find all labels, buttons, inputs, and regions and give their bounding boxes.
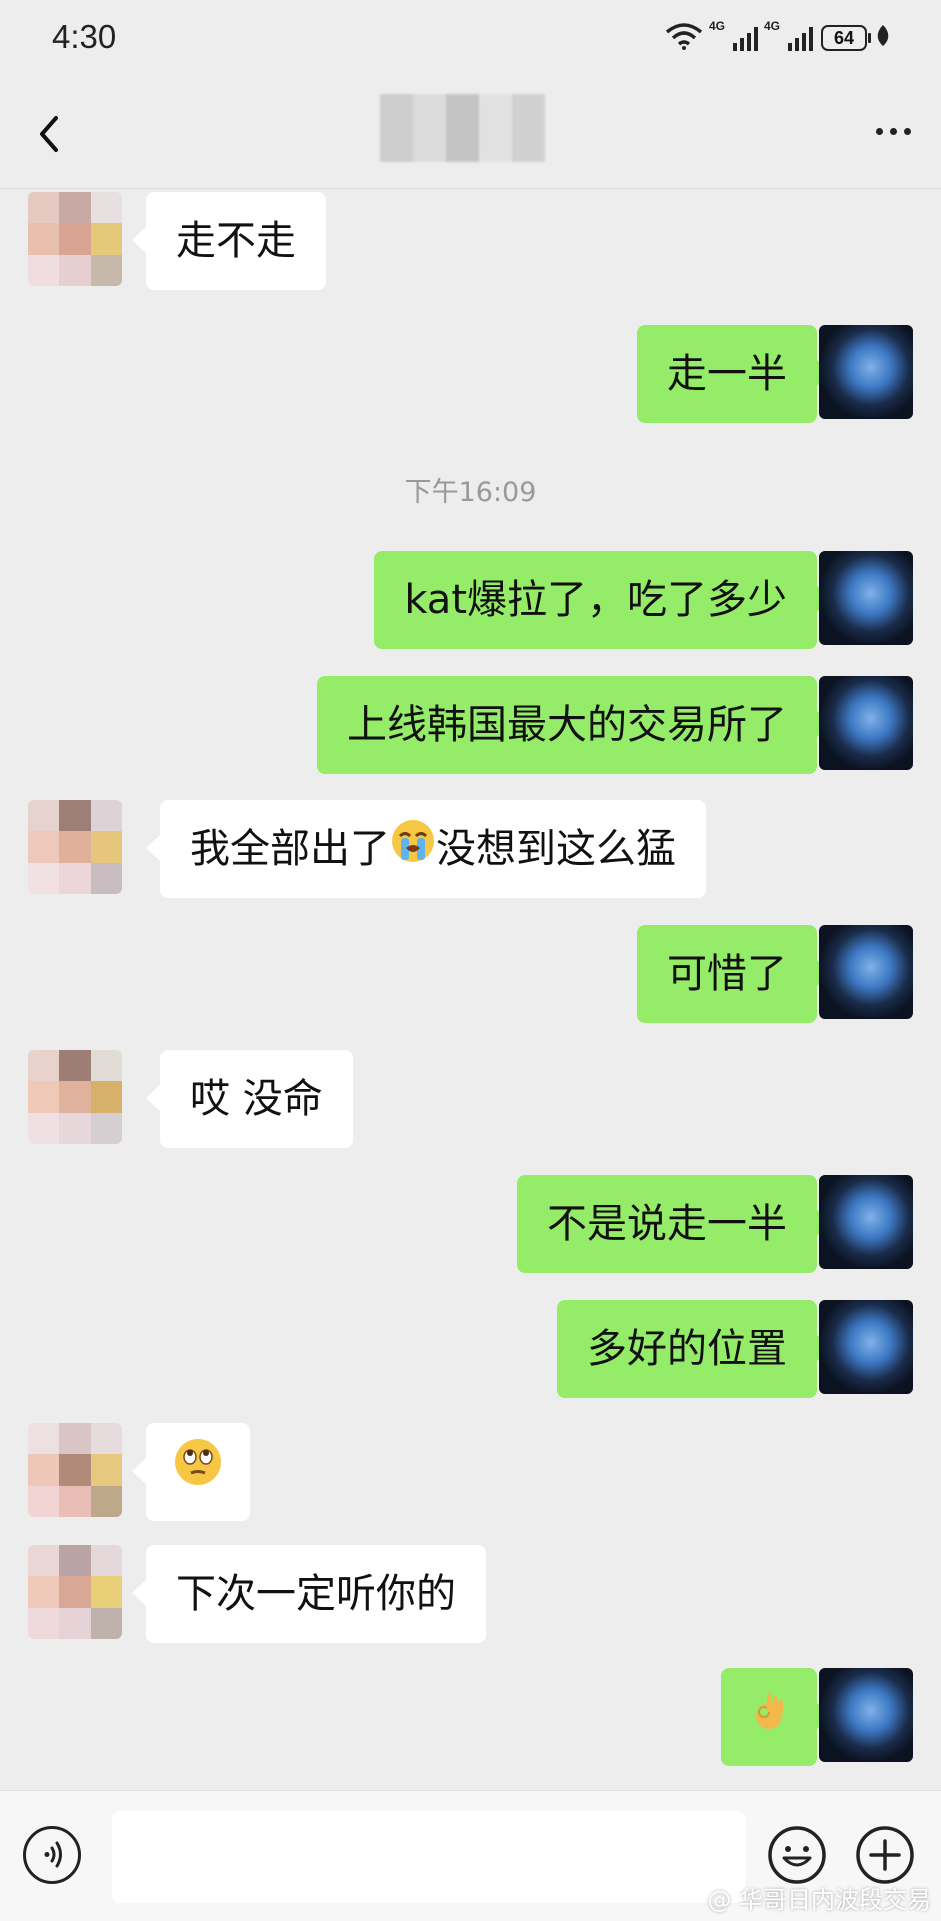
status-bar: 4:30 4G 4G 64 bbox=[0, 0, 941, 80]
message-bubble[interactable] bbox=[721, 1668, 831, 1768]
signal-icon: 4G bbox=[709, 19, 758, 51]
chat-title-blurred bbox=[380, 94, 545, 162]
chat-header bbox=[0, 80, 941, 189]
wifi-icon bbox=[665, 22, 703, 54]
message-bubble[interactable]: 下次一定听你的 bbox=[132, 1545, 486, 1643]
my-avatar[interactable] bbox=[819, 925, 913, 1019]
message-bubble[interactable]: 哎 没命 bbox=[146, 1050, 353, 1148]
message-input[interactable] bbox=[112, 1811, 746, 1903]
message-bubble[interactable]: 上线韩国最大的交易所了 bbox=[317, 676, 831, 774]
battery-icon: 64 bbox=[821, 25, 871, 51]
loudly-crying-face-icon bbox=[390, 802, 436, 900]
my-avatar[interactable] bbox=[819, 325, 913, 419]
contact-avatar[interactable] bbox=[28, 1050, 122, 1144]
message-bubble[interactable] bbox=[132, 1423, 250, 1523]
message-bubble[interactable]: 可惜了 bbox=[637, 925, 831, 1023]
my-avatar[interactable] bbox=[819, 1668, 913, 1762]
my-avatar[interactable] bbox=[819, 676, 913, 770]
my-avatar[interactable] bbox=[819, 551, 913, 645]
more-dots-icon[interactable] bbox=[876, 128, 911, 135]
message-timestamp: 下午16:09 bbox=[404, 477, 537, 508]
message-bubble[interactable]: kat爆拉了，吃了多少 bbox=[374, 551, 831, 649]
contact-avatar[interactable] bbox=[28, 1545, 122, 1639]
leaf-icon bbox=[875, 24, 891, 52]
contact-avatar[interactable] bbox=[28, 192, 122, 286]
contact-avatar[interactable] bbox=[28, 1423, 122, 1517]
message-bubble[interactable]: 多好的位置 bbox=[557, 1300, 831, 1398]
emoji-icon[interactable] bbox=[766, 1824, 828, 1886]
ok-hand-icon bbox=[751, 1670, 787, 1768]
message-bubble[interactable]: 不是说走一半 bbox=[517, 1175, 831, 1273]
signal-icon-2: 4G bbox=[764, 19, 813, 51]
contact-avatar[interactable] bbox=[28, 800, 122, 894]
voice-icon[interactable] bbox=[23, 1826, 81, 1884]
message-bubble[interactable]: 走一半 bbox=[637, 325, 831, 423]
message-bubble[interactable]: 我全部出了 没想到这么猛 bbox=[146, 800, 706, 900]
plus-icon[interactable] bbox=[854, 1824, 916, 1886]
face-with-rolling-eyes-icon bbox=[173, 1425, 223, 1523]
my-avatar[interactable] bbox=[819, 1175, 913, 1269]
watermark: @ 华哥日内波段交易 bbox=[707, 1886, 931, 1914]
message-bubble[interactable]: 走不走 bbox=[132, 192, 326, 290]
my-avatar[interactable] bbox=[819, 1300, 913, 1394]
status-time: 4:30 bbox=[52, 18, 117, 55]
status-icons: 4G 4G 64 bbox=[665, 19, 891, 54]
back-chevron-icon[interactable] bbox=[30, 110, 70, 160]
